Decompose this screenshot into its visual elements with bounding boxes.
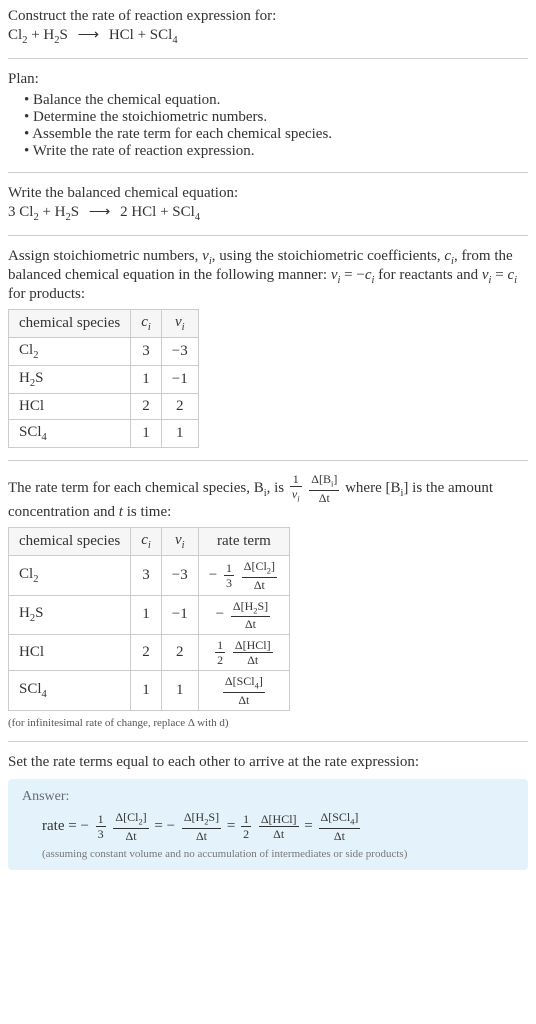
divider <box>8 58 528 59</box>
arrow-icon: ⟶ <box>72 27 106 43</box>
stoich-section: Assign stoichiometric numbers, νi, using… <box>8 248 528 448</box>
intro-equation: Cl2 + H2S ⟶ HCl + SCl4 <box>8 25 528 46</box>
final-heading: Set the rate terms equal to each other t… <box>8 754 528 771</box>
divider <box>8 741 528 742</box>
arrow-icon: ⟶ <box>83 204 117 220</box>
table-row: H2S 1 −1 − Δ[H2S]Δt <box>9 595 290 635</box>
plan-step: Assemble the rate term for each chemical… <box>24 126 528 143</box>
rate-term-section: The rate term for each chemical species,… <box>8 473 528 729</box>
eq-rhs: HCl + SCl4 <box>109 27 178 43</box>
table-row: Cl2 3 −3 − 13 Δ[Cl2]Δt <box>9 555 290 595</box>
divider <box>8 172 528 173</box>
intro-section: Construct the rate of reaction expressio… <box>8 8 528 46</box>
balanced-equation: 3 Cl2 + H2S ⟶ 2 HCl + SCl4 <box>8 202 528 223</box>
col-rate-term: rate term <box>198 527 289 555</box>
col-species: chemical species <box>9 310 131 338</box>
answer-label: Answer: <box>22 789 514 805</box>
plan-heading: Plan: <box>8 71 528 88</box>
intro-prompt: Construct the rate of reaction expressio… <box>8 8 528 25</box>
col-c: ci <box>131 310 162 338</box>
infinitesimal-note: (for infinitesimal rate of change, repla… <box>8 717 528 729</box>
plan-section: Plan: Balance the chemical equation. Det… <box>8 71 528 160</box>
col-c: ci <box>131 527 162 555</box>
col-species: chemical species <box>9 527 131 555</box>
col-nu: νi <box>161 310 198 338</box>
divider <box>8 460 528 461</box>
stoich-table: chemical species ci νi Cl2 3 −3 H2S 1 −1… <box>8 309 199 448</box>
plan-step: Determine the stoichiometric numbers. <box>24 109 528 126</box>
table-row: SCl4 1 1 <box>9 420 199 448</box>
table-row: Cl2 3 −3 <box>9 338 199 366</box>
answer-box: Answer: rate = − 13 Δ[Cl2]Δt = − Δ[H2S]Δ… <box>8 779 528 870</box>
fraction: 1 νi <box>290 473 302 504</box>
final-section: Set the rate terms equal to each other t… <box>8 754 528 870</box>
plan-step: Write the rate of reaction expression. <box>24 143 528 160</box>
table-row: HCl 2 2 <box>9 394 199 420</box>
fraction: Δ[Bi] Δt <box>309 473 339 504</box>
table-header-row: chemical species ci νi rate term <box>9 527 290 555</box>
rate-term-table: chemical species ci νi rate term Cl2 3 −… <box>8 527 290 711</box>
plan-list: Balance the chemical equation. Determine… <box>8 92 528 160</box>
table-row: H2S 1 −1 <box>9 366 199 394</box>
divider <box>8 235 528 236</box>
balanced-section: Write the balanced chemical equation: 3 … <box>8 185 528 223</box>
plan-step: Balance the chemical equation. <box>24 92 528 109</box>
table-row: SCl4 1 1 Δ[SCl4]Δt <box>9 671 290 711</box>
eq-lhs: Cl2 + H2S <box>8 27 72 43</box>
assumption-note: (assuming constant volume and no accumul… <box>42 848 514 860</box>
col-nu: νi <box>161 527 198 555</box>
table-header-row: chemical species ci νi <box>9 310 199 338</box>
table-row: HCl 2 2 12 Δ[HCl]Δt <box>9 635 290 671</box>
stoich-text: Assign stoichiometric numbers, νi, using… <box>8 248 528 303</box>
rate-expression: rate = − 13 Δ[Cl2]Δt = − Δ[H2S]Δt = 12 Δ… <box>42 811 514 842</box>
rate-term-text: The rate term for each chemical species,… <box>8 473 528 521</box>
balanced-heading: Write the balanced chemical equation: <box>8 185 528 202</box>
